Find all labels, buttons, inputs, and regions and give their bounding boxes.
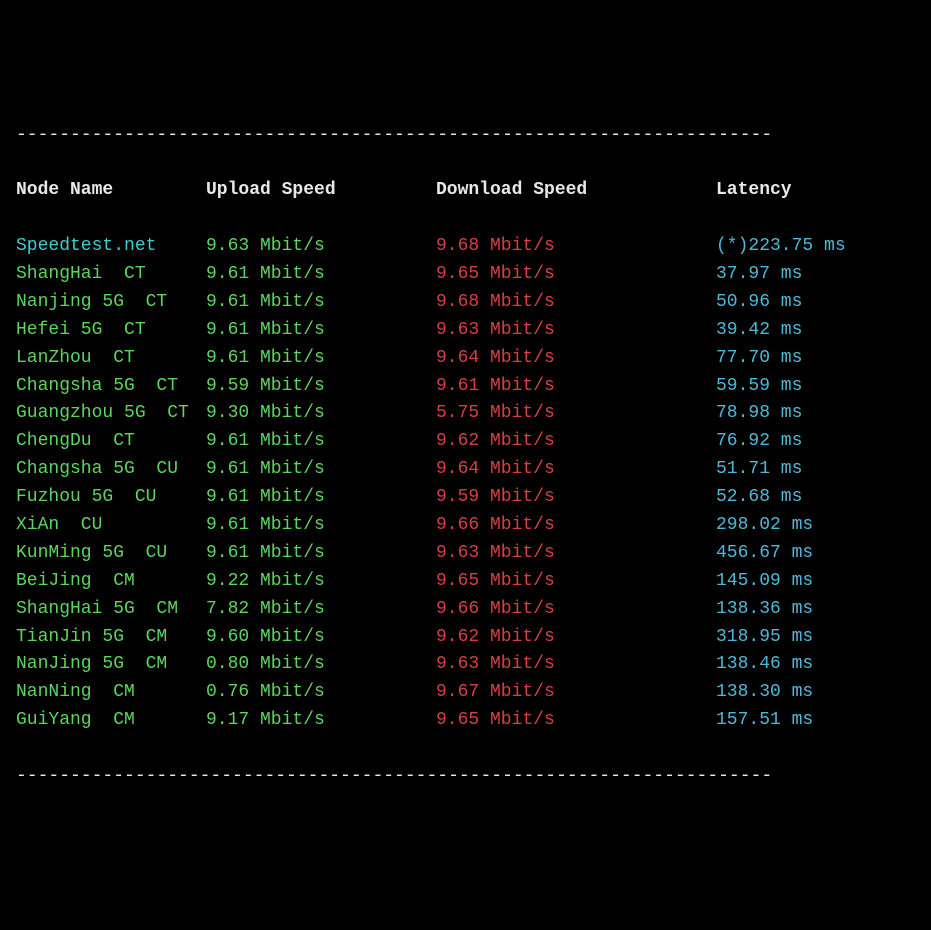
cell-node: NanJing 5G CM [16,651,206,679]
cell-download: 9.66 Mbit/s [436,596,716,624]
cell-upload: 9.61 Mbit/s [206,512,436,540]
divider-top: ----------------------------------------… [16,122,915,150]
cell-latency: (*)223.75 ms [716,233,846,261]
table-row: XiAn CU9.61 Mbit/s9.66 Mbit/s298.02 ms [16,512,915,540]
cell-node: GuiYang CM [16,707,206,735]
cell-node: Hefei 5G CT [16,317,206,345]
table-row: KunMing 5G CU9.61 Mbit/s9.63 Mbit/s456.6… [16,540,915,568]
cell-download: 9.66 Mbit/s [436,512,716,540]
table-row: BeiJing CM9.22 Mbit/s9.65 Mbit/s145.09 m… [16,568,915,596]
table-row: NanNing CM0.76 Mbit/s9.67 Mbit/s138.30 m… [16,679,915,707]
cell-download: 5.75 Mbit/s [436,400,716,428]
cell-latency: 37.97 ms [716,261,802,289]
divider-bottom: ----------------------------------------… [16,763,915,791]
cell-upload: 9.17 Mbit/s [206,707,436,735]
cell-download: 9.63 Mbit/s [436,540,716,568]
table-row: Fuzhou 5G CU9.61 Mbit/s9.59 Mbit/s52.68 … [16,484,915,512]
cell-upload: 9.61 Mbit/s [206,289,436,317]
cell-upload: 9.30 Mbit/s [206,400,436,428]
cell-upload: 0.80 Mbit/s [206,651,436,679]
cell-upload: 9.61 Mbit/s [206,345,436,373]
cell-upload: 7.82 Mbit/s [206,596,436,624]
cell-download: 9.65 Mbit/s [436,707,716,735]
cell-latency: 51.71 ms [716,456,802,484]
table-row: Hefei 5G CT9.61 Mbit/s9.63 Mbit/s39.42 m… [16,317,915,345]
header-upload: Upload Speed [206,177,436,205]
cell-latency: 318.95 ms [716,624,813,652]
cell-node: LanZhou CT [16,345,206,373]
cell-upload: 9.63 Mbit/s [206,233,436,261]
cell-latency: 138.46 ms [716,651,813,679]
table-row: Changsha 5G CT9.59 Mbit/s9.61 Mbit/s59.5… [16,373,915,401]
cell-download: 9.68 Mbit/s [436,289,716,317]
cell-upload: 9.61 Mbit/s [206,428,436,456]
cell-upload: 9.22 Mbit/s [206,568,436,596]
cell-download: 9.62 Mbit/s [436,428,716,456]
cell-latency: 52.68 ms [716,484,802,512]
cell-download: 9.62 Mbit/s [436,624,716,652]
cell-upload: 0.76 Mbit/s [206,679,436,707]
table-row: NanJing 5G CM0.80 Mbit/s9.63 Mbit/s138.4… [16,651,915,679]
cell-node: Nanjing 5G CT [16,289,206,317]
cell-download: 9.59 Mbit/s [436,484,716,512]
table-row: Nanjing 5G CT9.61 Mbit/s9.68 Mbit/s50.96… [16,289,915,317]
cell-node: Changsha 5G CU [16,456,206,484]
cell-node: Changsha 5G CT [16,373,206,401]
table-row: ShangHai 5G CM7.82 Mbit/s9.66 Mbit/s138.… [16,596,915,624]
cell-node: TianJin 5G CM [16,624,206,652]
header-node: Node Name [16,177,206,205]
cell-download: 9.64 Mbit/s [436,345,716,373]
cell-upload: 9.59 Mbit/s [206,373,436,401]
cell-download: 9.65 Mbit/s [436,568,716,596]
table-row: LanZhou CT9.61 Mbit/s9.64 Mbit/s77.70 ms [16,345,915,373]
cell-latency: 456.67 ms [716,540,813,568]
table-row: Guangzhou 5G CT9.30 Mbit/s5.75 Mbit/s78.… [16,400,915,428]
table-row: ShangHai CT9.61 Mbit/s9.65 Mbit/s37.97 m… [16,261,915,289]
cell-latency: 78.98 ms [716,400,802,428]
cell-download: 9.61 Mbit/s [436,373,716,401]
table-row: Changsha 5G CU9.61 Mbit/s9.64 Mbit/s51.7… [16,456,915,484]
cell-node: BeiJing CM [16,568,206,596]
header-download: Download Speed [436,177,716,205]
cell-upload: 9.61 Mbit/s [206,261,436,289]
cell-latency: 157.51 ms [716,707,813,735]
cell-latency: 138.36 ms [716,596,813,624]
cell-upload: 9.61 Mbit/s [206,317,436,345]
cell-latency: 77.70 ms [716,345,802,373]
header-latency: Latency [716,177,792,205]
cell-upload: 9.60 Mbit/s [206,624,436,652]
cell-node: ShangHai 5G CM [16,596,206,624]
cell-latency: 298.02 ms [716,512,813,540]
table-row: Speedtest.net9.63 Mbit/s9.68 Mbit/s(*)22… [16,233,915,261]
cell-node: Fuzhou 5G CU [16,484,206,512]
cell-node: XiAn CU [16,512,206,540]
table-row: ChengDu CT9.61 Mbit/s9.62 Mbit/s76.92 ms [16,428,915,456]
cell-download: 9.64 Mbit/s [436,456,716,484]
cell-node: NanNing CM [16,679,206,707]
cell-upload: 9.61 Mbit/s [206,484,436,512]
table-header: Node Name Upload Speed Download Speed La… [16,177,915,205]
cell-node: ChengDu CT [16,428,206,456]
cell-node: Speedtest.net [16,233,206,261]
cell-latency: 145.09 ms [716,568,813,596]
cell-upload: 9.61 Mbit/s [206,540,436,568]
cell-download: 9.63 Mbit/s [436,317,716,345]
cell-download: 9.65 Mbit/s [436,261,716,289]
table-body: Speedtest.net9.63 Mbit/s9.68 Mbit/s(*)22… [16,233,915,735]
cell-download: 9.67 Mbit/s [436,679,716,707]
table-row: GuiYang CM9.17 Mbit/s9.65 Mbit/s157.51 m… [16,707,915,735]
cell-node: Guangzhou 5G CT [16,400,206,428]
cell-latency: 39.42 ms [716,317,802,345]
cell-latency: 50.96 ms [716,289,802,317]
cell-node: KunMing 5G CU [16,540,206,568]
cell-node: ShangHai CT [16,261,206,289]
cell-latency: 59.59 ms [716,373,802,401]
cell-download: 9.63 Mbit/s [436,651,716,679]
cell-upload: 9.61 Mbit/s [206,456,436,484]
table-row: TianJin 5G CM9.60 Mbit/s9.62 Mbit/s318.9… [16,624,915,652]
cell-latency: 76.92 ms [716,428,802,456]
cell-download: 9.68 Mbit/s [436,233,716,261]
cell-latency: 138.30 ms [716,679,813,707]
